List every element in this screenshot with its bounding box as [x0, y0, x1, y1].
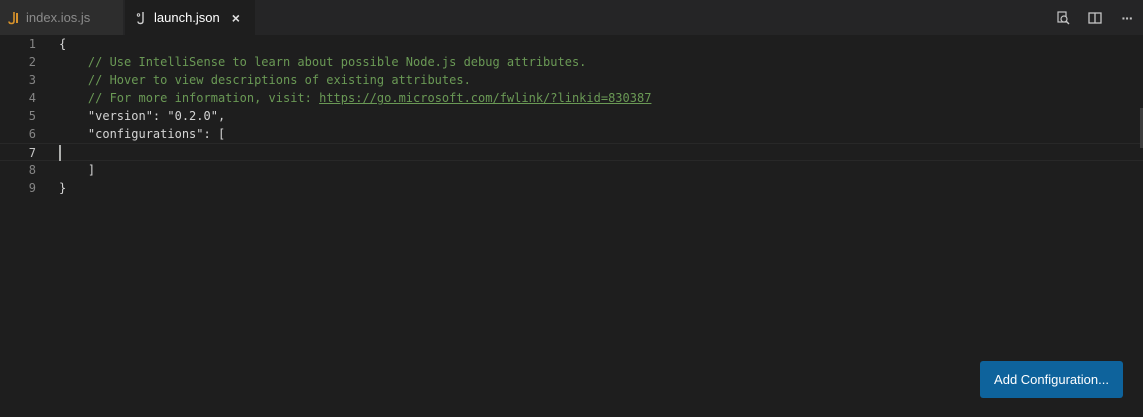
add-configuration-button[interactable]: Add Configuration...	[980, 361, 1123, 398]
code-line: 8 ]	[0, 161, 1143, 179]
comment-text: // For more information, visit:	[59, 91, 320, 105]
code-line: 4 // For more information, visit: https:…	[0, 89, 1143, 107]
line-text: "configurations": [	[59, 127, 226, 141]
json-file-icon	[134, 10, 148, 26]
docs-link[interactable]: https://go.microsoft.com/fwlink/?linkid=…	[319, 91, 651, 105]
line-text: }	[59, 181, 67, 195]
code-line: 5 "version": "0.2.0",	[0, 107, 1143, 125]
line-text: ]	[59, 163, 96, 177]
vscode-editor-window: index.ios.js launch.json × ··· 1 {2 // …	[0, 0, 1143, 417]
code-line: 1 {	[0, 35, 1143, 53]
line-number: 9	[28, 181, 36, 195]
code-line: 9 }	[0, 179, 1143, 197]
code-line: 3 // Hover to view descriptions of exist…	[0, 71, 1143, 89]
line-number: 6	[28, 127, 36, 141]
split-editor-icon[interactable]	[1079, 0, 1111, 35]
line-number: 1	[28, 37, 36, 51]
code-editor[interactable]: 1 { 2 // Use IntelliSense to learn about…	[0, 35, 1143, 417]
editor-actions: ···	[1047, 0, 1143, 35]
comment-text: // Use IntelliSense to learn about possi…	[59, 55, 587, 69]
line-number: 3	[28, 73, 36, 87]
line-text: {	[59, 37, 67, 51]
line-number: 2	[28, 55, 36, 69]
tab-label: index.ios.js	[26, 10, 91, 25]
line-number: 8	[28, 163, 36, 177]
current-line: 7	[0, 143, 1143, 161]
close-tab-icon[interactable]: ×	[229, 10, 243, 26]
line-number: 5	[28, 109, 36, 123]
line-number: 7	[28, 146, 36, 160]
comment-text: // Hover to view descriptions of existin…	[59, 73, 471, 87]
tab-bar: index.ios.js launch.json × ···	[0, 0, 1143, 35]
text-cursor	[59, 145, 61, 161]
line-text: // For more information, visit: https://…	[59, 89, 652, 107]
tab-label: launch.json	[154, 10, 220, 25]
line-text: "version": "0.2.0",	[59, 109, 226, 123]
line-number: 4	[28, 91, 36, 105]
tab-launch-json[interactable]: launch.json ×	[125, 0, 255, 35]
more-actions-icon[interactable]: ···	[1111, 0, 1143, 35]
js-file-icon	[6, 10, 20, 26]
code-line: 6 "configurations": [	[0, 125, 1143, 143]
tab-index-ios-js[interactable]: index.ios.js	[0, 0, 124, 35]
code-line: 2 // Use IntelliSense to learn about pos…	[0, 53, 1143, 71]
open-changes-icon[interactable]	[1047, 0, 1079, 35]
